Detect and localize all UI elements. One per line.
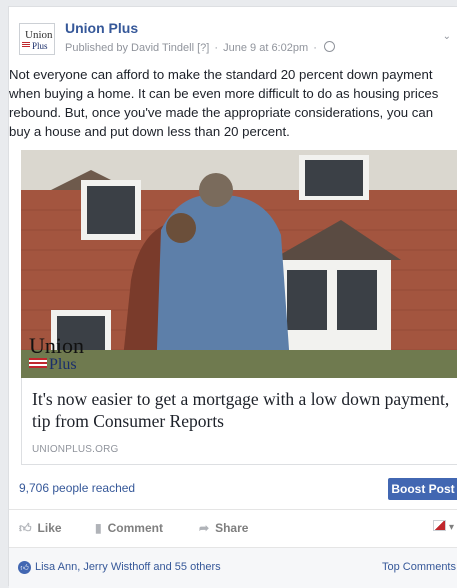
post-text-line: when buying a home. It can be even more …: [9, 86, 439, 101]
link-image[interactable]: Union Plus: [21, 150, 457, 378]
avatar-logo-word-2: Plus: [32, 41, 48, 51]
house-photo: [21, 150, 457, 378]
post-text: Not everyone can afford to make the stan…: [9, 65, 457, 141]
comment-button[interactable]: ▮ Comment: [95, 521, 163, 535]
post-meta: Published by David Tindell [?] · June 9 …: [65, 41, 335, 54]
like-icon: 👍︎: [18, 561, 31, 574]
post-text-line: Not everyone can afford to make the stan…: [9, 67, 433, 82]
thumbs-up-icon: 👍︎: [19, 521, 32, 535]
page-thumbnail-icon: [433, 520, 447, 531]
share-button[interactable]: ➦ Share: [199, 521, 248, 535]
photo-flag-icon: [29, 358, 47, 368]
post-date[interactable]: June 9 at 6:02pm: [223, 42, 308, 54]
likers-link[interactable]: Lisa Ann, Jerry Wisthoff and 55 others: [35, 561, 221, 573]
comment-icon: ▮: [95, 521, 102, 535]
action-bar: 👍︎ Like ▮ Comment ➦ Share ▾: [9, 510, 457, 546]
share-icon: ➦: [199, 521, 210, 535]
chevron-down-icon[interactable]: ⌄: [443, 31, 451, 42]
flag-icon: [22, 42, 30, 47]
post-text-line: rebound. But, once you've made the appro…: [9, 105, 434, 120]
top-comments-selector[interactable]: Top Comments: [382, 561, 456, 573]
post-text-line: buy a house and put down less than 20 pe…: [9, 124, 290, 139]
avatar-logo-word: Union: [25, 29, 53, 41]
like-button[interactable]: 👍︎ Like: [19, 521, 62, 536]
published-by[interactable]: Published by David Tindell: [65, 42, 194, 54]
photo-watermark-logo: Union Plus: [29, 333, 84, 374]
audience-selector[interactable]: ▾: [433, 520, 454, 533]
people-reached-link[interactable]: 9,706 people reached: [19, 481, 135, 495]
reach-row: 9,706 people reached Boost Post: [9, 469, 457, 510]
page-name-link[interactable]: Union Plus: [65, 20, 138, 36]
comment-label: Comment: [107, 521, 163, 535]
boost-post-button[interactable]: Boost Post: [388, 478, 457, 500]
published-marker[interactable]: [?]: [197, 42, 209, 54]
chevron-down-icon: ▾: [448, 522, 454, 533]
likes-summary: 👍︎ Lisa Ann, Jerry Wisthoff and 55 other…: [9, 547, 457, 588]
link-preview[interactable]: It's now easier to get a mortgage with a…: [21, 378, 457, 465]
like-label: Like: [37, 521, 62, 535]
link-domain: UNIONPLUS.ORG: [32, 444, 119, 455]
post-header: Union Plus Union Plus Published by David…: [19, 19, 457, 59]
globe-icon[interactable]: [323, 41, 335, 52]
page-avatar[interactable]: Union Plus: [19, 23, 55, 55]
post-card: Union Plus Union Plus Published by David…: [8, 6, 457, 588]
share-label: Share: [215, 521, 249, 535]
link-title[interactable]: It's now easier to get a mortgage with a…: [32, 388, 452, 432]
photo-logo-word: Union: [29, 333, 84, 358]
